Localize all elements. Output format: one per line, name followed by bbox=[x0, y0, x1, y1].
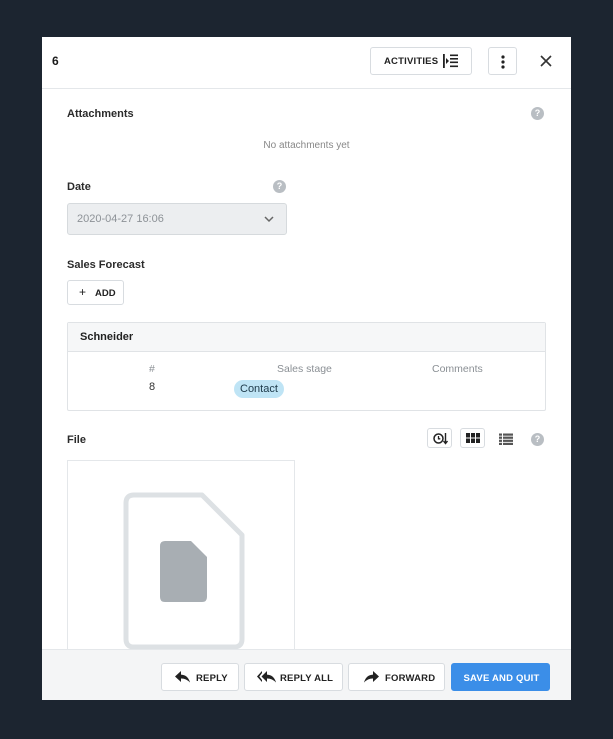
activities-button-label: ACTIVITIES bbox=[384, 55, 439, 67]
sales-forecast-label: Sales Forecast bbox=[67, 259, 145, 271]
forecast-table: Schneider # Sales stage Comments 8 Conta… bbox=[67, 322, 546, 411]
help-icon[interactable]: ? bbox=[531, 433, 544, 446]
sales-stage-badge: Contact bbox=[234, 380, 284, 398]
reply-all-button[interactable]: REPLY ALL bbox=[244, 663, 343, 691]
save-and-quit-button[interactable]: SAVE AND QUIT bbox=[451, 663, 550, 691]
reply-all-icon bbox=[257, 671, 276, 683]
column-header-comments: Comments bbox=[432, 363, 483, 375]
list-view-icon[interactable] bbox=[499, 433, 513, 445]
help-icon[interactable]: ? bbox=[531, 107, 544, 120]
grid-view-button[interactable] bbox=[460, 428, 485, 448]
reply-icon bbox=[175, 671, 190, 683]
forward-label: FORWARD bbox=[385, 673, 436, 684]
save-and-quit-label: SAVE AND QUIT bbox=[463, 673, 540, 684]
record-id: 6 bbox=[52, 54, 59, 68]
sort-by-time-button[interactable] bbox=[427, 428, 452, 448]
add-forecast-button[interactable]: + ADD bbox=[67, 280, 124, 305]
add-forecast-label: ADD bbox=[95, 288, 116, 299]
forward-icon bbox=[364, 671, 379, 683]
reply-label: REPLY bbox=[196, 673, 228, 684]
chevron-down-icon bbox=[264, 216, 274, 223]
activities-button[interactable]: ACTIVITIES bbox=[370, 47, 472, 75]
file-card[interactable] bbox=[67, 460, 295, 650]
attachments-label: Attachments bbox=[67, 108, 134, 120]
help-icon[interactable]: ? bbox=[273, 180, 286, 193]
close-icon[interactable] bbox=[538, 53, 554, 69]
date-label: Date bbox=[67, 181, 91, 193]
modal-body: Attachments ? No attachments yet Date ? … bbox=[42, 89, 571, 650]
file-label: File bbox=[67, 434, 86, 446]
forward-button[interactable]: FORWARD bbox=[348, 663, 445, 691]
forecast-group-title: Schneider bbox=[80, 331, 134, 343]
attachments-empty-text: No attachments yet bbox=[263, 140, 350, 151]
reply-button[interactable]: REPLY bbox=[161, 663, 239, 691]
more-vertical-icon bbox=[501, 55, 505, 69]
modal-header: 6 ACTIVITIES bbox=[42, 37, 571, 89]
column-header-number: # bbox=[149, 363, 155, 375]
record-modal: 6 ACTIVITIES Attachments ? No attachment… bbox=[42, 37, 571, 700]
row-number: 8 bbox=[149, 381, 156, 393]
more-actions-button[interactable] bbox=[488, 47, 517, 75]
activities-panel-icon bbox=[443, 54, 458, 68]
modal-footer: REPLY REPLY ALL FORWARD SAVE AND QUIT bbox=[42, 649, 571, 700]
date-select[interactable]: 2020-04-27 16:06 bbox=[67, 203, 287, 235]
reply-all-label: REPLY ALL bbox=[280, 673, 334, 684]
sort-time-icon bbox=[433, 433, 448, 445]
column-header-sales-stage: Sales stage bbox=[277, 363, 332, 375]
grid-view-icon bbox=[466, 433, 480, 443]
forecast-group-header: Schneider bbox=[68, 323, 545, 352]
date-value: 2020-04-27 16:06 bbox=[77, 213, 164, 225]
file-placeholder-icon bbox=[123, 492, 245, 650]
plus-icon: + bbox=[79, 285, 87, 299]
